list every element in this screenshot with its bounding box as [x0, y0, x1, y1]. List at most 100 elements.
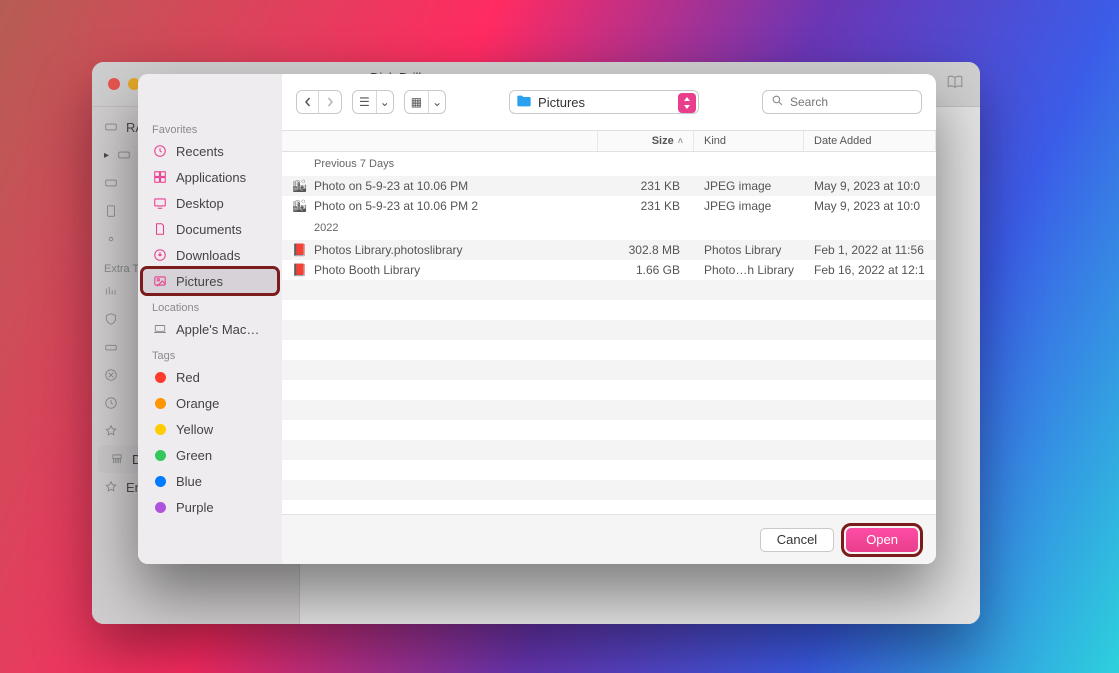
- col-date[interactable]: Date Added: [804, 131, 936, 151]
- sidebar-item-apple-s-mac-[interactable]: Apple's Mac…: [138, 316, 282, 342]
- sidebar-item-label: Documents: [176, 222, 242, 237]
- desktop-icon: [152, 196, 168, 210]
- table-row-empty: [282, 340, 936, 360]
- location-popup[interactable]: Pictures: [509, 90, 699, 114]
- locations-label: Locations: [138, 294, 282, 316]
- grid-view-icon[interactable]: ▦: [405, 91, 429, 113]
- file-kind: Photos Library: [694, 243, 804, 257]
- nav-back-button[interactable]: [297, 91, 319, 113]
- table-row-empty: [282, 380, 936, 400]
- sidebar-item-label: Orange: [176, 396, 219, 411]
- sidebar-item-label: Pictures: [176, 274, 223, 289]
- tag-yellow[interactable]: Yellow: [138, 416, 282, 442]
- file-table: Size ˄ Kind Date Added Previous 7 Days 🏙 P…: [282, 130, 936, 514]
- tag-red[interactable]: Red: [138, 364, 282, 390]
- sidebar-item-recents[interactable]: Recents: [138, 138, 282, 164]
- sidebar-item-label: Red: [176, 370, 200, 385]
- table-group-header: Previous 7 Days: [282, 152, 936, 176]
- view-mode-list[interactable]: ☰ ⌄: [352, 90, 394, 114]
- search-field[interactable]: [762, 90, 922, 114]
- file-size: 231 KB: [598, 179, 694, 193]
- chevron-down-icon[interactable]: ⌄: [377, 91, 393, 113]
- table-row-empty: [282, 460, 936, 480]
- sort-ascending-icon: ˄: [678, 136, 683, 146]
- file-name: Photos Library.photoslibrary: [314, 243, 463, 257]
- tag-dot-icon: [152, 450, 168, 461]
- table-row[interactable]: 🏙 Photo on 5-9-23 at 10.06 PM 231 KBJPEG i…: [282, 176, 936, 196]
- table-row-empty: [282, 280, 936, 300]
- chevron-down-icon[interactable]: ⌄: [429, 91, 445, 113]
- search-input[interactable]: [790, 95, 936, 109]
- col-kind[interactable]: Kind: [694, 131, 804, 151]
- file-date: May 9, 2023 at 10:0: [804, 199, 936, 213]
- table-header[interactable]: Size ˄ Kind Date Added: [282, 130, 936, 152]
- pictures-icon: [152, 274, 168, 288]
- tag-orange[interactable]: Orange: [138, 390, 282, 416]
- open-button[interactable]: Open: [846, 528, 918, 552]
- sidebar-item-documents[interactable]: Documents: [138, 216, 282, 242]
- open-panel-footer: Cancel Open: [282, 514, 936, 564]
- folder-icon: [516, 94, 532, 111]
- sidebar-item-label: Recents: [176, 144, 224, 159]
- cancel-button[interactable]: Cancel: [760, 528, 834, 552]
- tag-green[interactable]: Green: [138, 442, 282, 468]
- tag-purple[interactable]: Purple: [138, 494, 282, 520]
- sidebar-item-desktop[interactable]: Desktop: [138, 190, 282, 216]
- apps-icon: [152, 170, 168, 184]
- tag-blue[interactable]: Blue: [138, 468, 282, 494]
- tag-dot-icon: [152, 372, 168, 383]
- sidebar-item-label: Downloads: [176, 248, 240, 263]
- table-row[interactable]: 📕 Photos Library.photoslibrary 302.8 MBPho…: [282, 240, 936, 260]
- table-group-header: 2022: [282, 216, 936, 240]
- table-row-empty: [282, 400, 936, 420]
- file-kind: JPEG image: [694, 179, 804, 193]
- sidebar-item-downloads[interactable]: Downloads: [138, 242, 282, 268]
- close-icon[interactable]: [108, 78, 120, 90]
- tag-dot-icon: [152, 398, 168, 409]
- sidebar-item-label: Purple: [176, 500, 214, 515]
- nav-forward-button[interactable]: [319, 91, 341, 113]
- sidebar-item-applications[interactable]: Applications: [138, 164, 282, 190]
- file-size: 231 KB: [598, 199, 694, 213]
- book-icon[interactable]: [946, 73, 964, 96]
- sidebar-item-label: Desktop: [176, 196, 224, 211]
- sidebar-item-pictures[interactable]: Pictures: [142, 268, 278, 294]
- table-row[interactable]: 🏙Photo on 5-9-23 at 10.06 PM 2231 KBJPEG…: [282, 196, 936, 216]
- file-size: 302.8 MB: [598, 243, 694, 257]
- col-size[interactable]: Size ˄: [598, 131, 694, 151]
- updown-icon[interactable]: [678, 93, 696, 113]
- sidebar-item-label: Blue: [176, 474, 202, 489]
- file-date: Feb 1, 2022 at 11:56: [804, 243, 936, 257]
- file-icon: 📕: [292, 243, 306, 257]
- file-icon: 🏙: [292, 179, 306, 193]
- sidebar-item-label: Green: [176, 448, 212, 463]
- table-row-empty: [282, 320, 936, 340]
- tag-dot-icon: [152, 424, 168, 435]
- table-row[interactable]: 📕Photo Booth Library1.66 GBPhoto…h Libra…: [282, 260, 936, 280]
- open-panel-toolbar: ☰ ⌄ ▦ ⌄ Pictures: [282, 74, 936, 130]
- open-panel-sidebar: Favorites RecentsApplicationsDesktopDocu…: [138, 74, 282, 564]
- file-name: Photo Booth Library: [314, 263, 420, 277]
- tag-dot-icon: [152, 476, 168, 487]
- sidebar-item-label: Apple's Mac…: [176, 322, 259, 337]
- file-date: Feb 16, 2022 at 12:1: [804, 263, 936, 277]
- file-date: May 9, 2023 at 10:0: [804, 179, 936, 193]
- download-icon: [152, 248, 168, 262]
- file-kind: Photo…h Library: [694, 263, 804, 277]
- view-mode-grid[interactable]: ▦ ⌄: [404, 90, 446, 114]
- file-name: Photo on 5-9-23 at 10.06 PM 2: [314, 199, 478, 213]
- location-label: Pictures: [538, 95, 585, 110]
- sidebar-item-label: Applications: [176, 170, 246, 185]
- search-icon: [771, 94, 784, 110]
- table-row-empty: [282, 420, 936, 440]
- nav-back-forward[interactable]: [296, 90, 342, 114]
- laptop-icon: [152, 322, 168, 336]
- sidebar-item-label: Yellow: [176, 422, 213, 437]
- file-icon: 🏙: [292, 199, 306, 213]
- list-view-icon[interactable]: ☰: [353, 91, 377, 113]
- clock-icon: [152, 144, 168, 158]
- file-icon: 📕: [292, 263, 306, 277]
- tags-label: Tags: [138, 342, 282, 364]
- open-panel: Favorites RecentsApplicationsDesktopDocu…: [138, 74, 936, 564]
- file-name: Photo on 5-9-23 at 10.06 PM: [314, 179, 468, 193]
